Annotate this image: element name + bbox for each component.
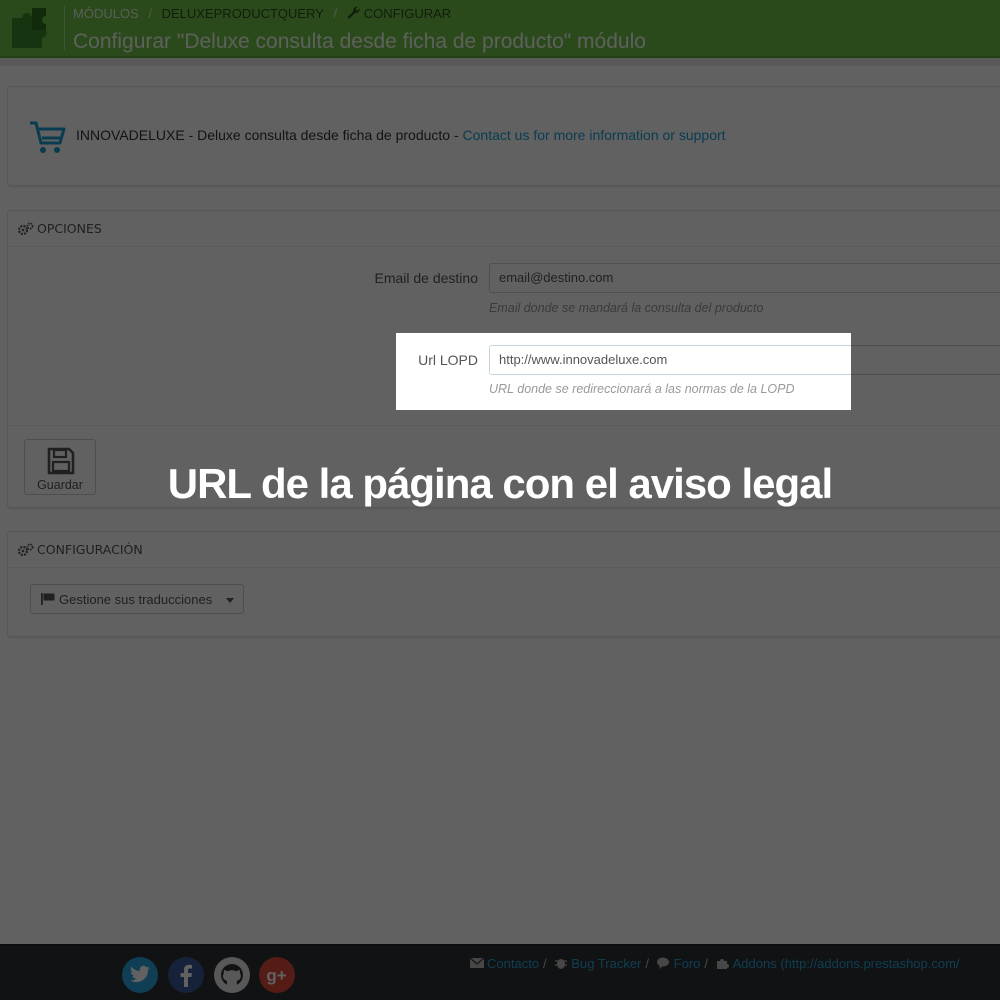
comments-icon (656, 957, 669, 969)
cogs-icon (18, 222, 34, 236)
breadcrumb-separator: / (333, 6, 338, 21)
configuration-heading: CONFIGURACIÓN (37, 542, 143, 557)
footer-separator: / (645, 956, 650, 971)
page-title: Configurar "Deluxe consulta desde ficha … (73, 30, 646, 53)
options-panel-header: OPCIONES (8, 211, 1000, 247)
footer-link-addons[interactable]: Addons (http://addons.prestashop.com/ (733, 956, 960, 971)
page-header: MÓDULOS / DELUXEPRODUCTQUERY / CONFIGURA… (0, 0, 1000, 58)
github-icon[interactable] (213, 956, 251, 994)
footer-link-forum[interactable]: Foro (674, 956, 701, 971)
footer-link-bug-tracker[interactable]: Bug Tracker (571, 956, 641, 971)
footer-separator: / (543, 956, 547, 971)
breadcrumb: MÓDULOS / DELUXEPRODUCTQUERY / CONFIGURA… (73, 6, 451, 21)
breadcrumb-module[interactable]: DELUXEPRODUCTQUERY (162, 6, 324, 21)
manage-translations-dropdown[interactable]: Gestione sus traducciones (30, 584, 244, 614)
google-plus-icon[interactable]: g+ (258, 956, 296, 994)
module-separator: - (453, 127, 459, 143)
twitter-icon[interactable] (121, 956, 159, 994)
footer-separator: / (704, 956, 708, 971)
site-footer: g+ Contacto / Bug Tracker / Foro / Addons (… (0, 944, 1000, 1000)
header-divider (64, 6, 65, 50)
flag-icon (41, 593, 55, 605)
facebook-icon[interactable] (167, 956, 205, 994)
module-brand: INNOVADELUXE (76, 127, 185, 143)
breadcrumb-modules[interactable]: MÓDULOS (73, 6, 139, 21)
cogs-icon (18, 543, 34, 557)
email-label: Email de destino (374, 270, 478, 286)
svg-text:g+: g+ (266, 966, 286, 985)
footer-links: Contacto / Bug Tracker / Foro / Addons (htt… (470, 956, 960, 971)
breadcrumb-configure: CONFIGURAR (363, 6, 452, 21)
url-help-text: URL donde se redireccionará a las normas… (489, 382, 795, 396)
puzzle-logo-icon (12, 8, 47, 48)
bug-icon (555, 959, 568, 969)
tutorial-caption: URL de la página con el aviso legal (167, 460, 833, 507)
url-lopd-field[interactable]: http://www.innovadeluxe.com (489, 345, 1000, 375)
module-separator: - (188, 127, 194, 143)
email-field[interactable]: email@destino.com (489, 263, 1000, 293)
envelope-icon (470, 957, 484, 968)
manage-translations-label: Gestione sus traducciones (59, 592, 213, 607)
email-help-text: Email donde se mandará la consulta del p… (489, 301, 764, 315)
puzzle-icon (716, 959, 729, 969)
contact-support-link[interactable]: Contact us for more information or suppo… (463, 127, 726, 143)
header-shadow-strip (0, 58, 1000, 66)
url-label: Url LOPD (418, 352, 478, 368)
module-info-panel: INNOVADELUXE - Deluxe consulta desde fic… (7, 86, 1000, 186)
footer-link-contact[interactable]: Contacto (487, 956, 539, 971)
wrench-icon (347, 6, 360, 19)
configuration-panel: CONFIGURACIÓN Gestione sus traducciones (7, 531, 1000, 637)
panel-footer-divider (8, 425, 1000, 426)
module-info-line: INNOVADELUXE - Deluxe consulta desde fic… (76, 127, 726, 143)
caret-down-icon (226, 598, 234, 603)
breadcrumb-separator: / (148, 6, 152, 21)
options-heading: OPCIONES (37, 221, 102, 236)
configuration-panel-header: CONFIGURACIÓN (8, 532, 1000, 568)
module-description: Deluxe consulta desde ficha de producto (197, 127, 451, 143)
shopping-cart-icon (30, 121, 66, 153)
